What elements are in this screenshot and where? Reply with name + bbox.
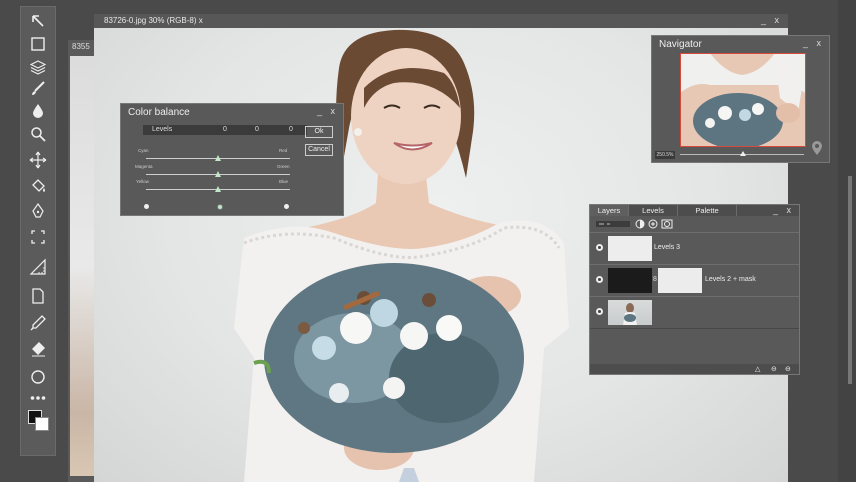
ruler-icon[interactable]	[27, 256, 49, 278]
navigator-zoom-value[interactable]: 250.5%	[655, 151, 675, 159]
eyedropper-icon[interactable]	[27, 312, 49, 334]
mask-link-icon: 8	[653, 276, 657, 283]
adjustment-layer-icon[interactable]	[635, 219, 645, 229]
navigator-title: Navigator	[659, 39, 702, 50]
eraser-icon[interactable]	[27, 338, 49, 360]
move-icon[interactable]	[27, 149, 49, 171]
yellow-label: Yellow	[136, 179, 149, 184]
layer-name: Levels 2 + mask	[705, 276, 756, 283]
level-value-1[interactable]: 0	[223, 126, 227, 133]
blend-mode-icon[interactable]	[596, 219, 630, 229]
effects-icon[interactable]	[648, 219, 658, 229]
brush-icon[interactable]	[27, 77, 49, 99]
layers-panel: Layers Levels Palette _ x Levels 3 8 Lev…	[589, 204, 800, 375]
red-label: Red	[279, 148, 288, 153]
color-swatches[interactable]	[28, 410, 50, 432]
layer-tools-row	[590, 216, 799, 232]
layer-thumbnail	[608, 236, 652, 261]
tab-levels[interactable]: Levels	[629, 205, 678, 216]
layer-mask-thumbnail	[658, 268, 702, 293]
level-value-3[interactable]: 0	[289, 126, 293, 133]
more-icon[interactable]	[27, 387, 49, 409]
arrow-icon[interactable]	[27, 10, 49, 32]
mask-icon[interactable]	[661, 219, 673, 229]
blue-label: Blue	[279, 179, 289, 184]
drop-icon[interactable]	[27, 100, 49, 122]
cyan-label: Cyan	[138, 148, 149, 153]
color-balance-title: Color balance	[128, 107, 190, 118]
level-value-2[interactable]: 0	[255, 126, 259, 133]
cyan-red-slider-thumb[interactable]	[215, 155, 221, 161]
shadows-radio[interactable]	[144, 204, 149, 209]
location-pin-icon[interactable]	[811, 140, 823, 156]
page-icon[interactable]	[27, 285, 49, 307]
background-color-swatch[interactable]	[35, 417, 49, 431]
document-window-controls[interactable]: _ x	[761, 15, 782, 25]
layers-footer: △ ⊖ ⊖	[590, 364, 799, 374]
layer-thumbnail	[608, 268, 652, 293]
minus-circle-icon[interactable]: ⊖	[771, 365, 777, 373]
delete-circle-icon[interactable]: ⊖	[785, 365, 791, 373]
levels-label: Levels	[152, 126, 173, 133]
highlights-radio[interactable]	[284, 204, 289, 209]
right-edge-strip	[838, 0, 856, 482]
tools-toolbar	[20, 6, 56, 456]
zoom-slider-thumb[interactable]	[740, 151, 746, 156]
layer-thumbnail	[608, 300, 652, 325]
visibility-eye-icon[interactable]	[596, 244, 603, 251]
zoom-icon[interactable]	[27, 123, 49, 145]
layer-row-levels-3[interactable]: Levels 3	[590, 232, 799, 265]
layer-row-levels-2-mask[interactable]: 8 Levels 2 + mask	[590, 264, 799, 297]
color-balance-window-controls[interactable]: _ x	[317, 106, 338, 116]
ok-button[interactable]: Ok	[305, 126, 333, 138]
fill-icon[interactable]	[27, 175, 49, 197]
levels-row: Levels 0 0 0	[143, 125, 307, 135]
tab-layers[interactable]: Layers	[590, 205, 629, 216]
layers-icon[interactable]	[27, 56, 49, 78]
cancel-button[interactable]: Cancel	[305, 144, 333, 156]
warning-triangle-icon[interactable]: △	[755, 365, 760, 373]
tab-palette[interactable]: Palette	[678, 205, 737, 216]
layers-window-controls[interactable]: _ x	[773, 205, 794, 215]
navigator-window-controls[interactable]: _ x	[803, 38, 824, 48]
magenta-label: Magenta	[135, 164, 153, 169]
color-balance-panel: Color balance _ x Levels 0 0 0 Ok Cancel…	[120, 103, 344, 216]
background-document-image	[70, 56, 96, 476]
document-title: 83726-0.jpg 30% (RGB-8) x	[104, 16, 203, 25]
crop-icon[interactable]	[27, 226, 49, 248]
background-document-title: 8355	[72, 42, 90, 51]
ellipse-icon[interactable]	[27, 366, 49, 388]
rectangle-select-icon[interactable]	[27, 33, 49, 55]
magenta-green-slider-thumb[interactable]	[215, 171, 221, 177]
visibility-eye-icon[interactable]	[596, 276, 603, 283]
visibility-eye-icon[interactable]	[596, 308, 603, 315]
layer-name: Levels 3	[654, 244, 681, 251]
yellow-blue-slider-thumb[interactable]	[215, 186, 221, 192]
document-titlebar[interactable]: 83726-0.jpg 30% (RGB-8) x _ x	[94, 14, 788, 28]
navigator-view-rectangle[interactable]	[680, 53, 806, 147]
green-label: Green	[277, 164, 290, 169]
layers-panel-tabs: Layers Levels Palette _ x	[590, 205, 799, 216]
navigator-panel: Navigator _ x 250.5%	[651, 35, 830, 163]
pen-icon[interactable]	[27, 200, 49, 222]
layer-row-background[interactable]	[590, 296, 799, 329]
vertical-scrollbar[interactable]	[848, 176, 852, 384]
midtones-radio[interactable]	[217, 204, 223, 210]
